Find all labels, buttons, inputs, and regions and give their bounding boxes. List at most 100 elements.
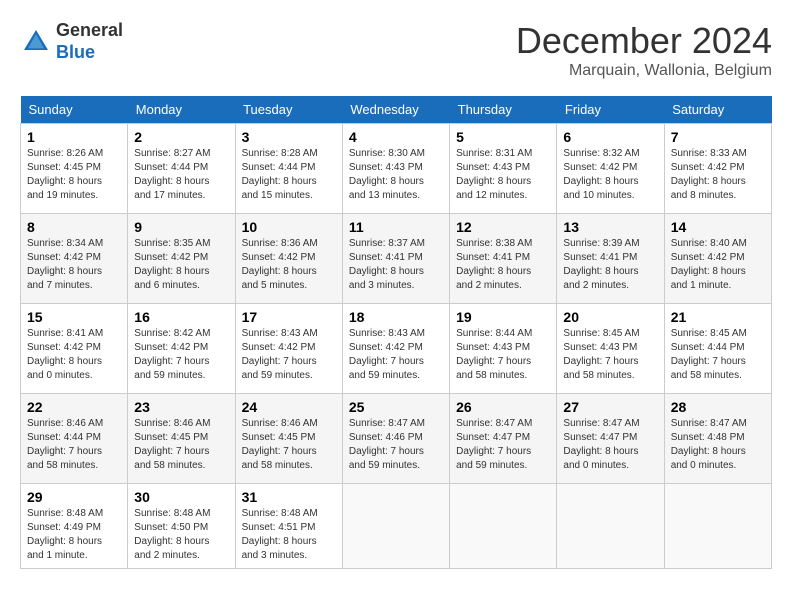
day-number: 3 xyxy=(242,129,336,145)
logo-blue: Blue xyxy=(56,42,123,64)
calendar-cell: 13 Sunrise: 8:39 AMSunset: 4:41 PMDaylig… xyxy=(557,214,664,304)
calendar-cell: 22 Sunrise: 8:46 AMSunset: 4:44 PMDaylig… xyxy=(21,394,128,484)
calendar-cell: 11 Sunrise: 8:37 AMSunset: 4:41 PMDaylig… xyxy=(342,214,449,304)
day-header-tuesday: Tuesday xyxy=(235,96,342,124)
day-number: 1 xyxy=(27,129,121,145)
day-details: Sunrise: 8:47 AMSunset: 4:48 PMDaylight:… xyxy=(671,418,747,471)
day-details: Sunrise: 8:44 AMSunset: 4:43 PMDaylight:… xyxy=(456,328,532,381)
day-number: 7 xyxy=(671,129,765,145)
day-number: 15 xyxy=(27,309,121,325)
day-number: 17 xyxy=(242,309,336,325)
day-number: 24 xyxy=(242,399,336,415)
day-number: 21 xyxy=(671,309,765,325)
calendar-cell: 15 Sunrise: 8:41 AMSunset: 4:42 PMDaylig… xyxy=(21,304,128,394)
day-details: Sunrise: 8:37 AMSunset: 4:41 PMDaylight:… xyxy=(349,238,425,291)
day-details: Sunrise: 8:43 AMSunset: 4:42 PMDaylight:… xyxy=(242,328,318,381)
calendar-cell: 27 Sunrise: 8:47 AMSunset: 4:47 PMDaylig… xyxy=(557,394,664,484)
calendar-cell: 25 Sunrise: 8:47 AMSunset: 4:46 PMDaylig… xyxy=(342,394,449,484)
calendar-header-row: SundayMondayTuesdayWednesdayThursdayFrid… xyxy=(21,96,772,124)
day-number: 25 xyxy=(349,399,443,415)
day-number: 10 xyxy=(242,219,336,235)
day-number: 18 xyxy=(349,309,443,325)
calendar-cell: 3 Sunrise: 8:28 AMSunset: 4:44 PMDayligh… xyxy=(235,124,342,214)
day-number: 16 xyxy=(134,309,228,325)
day-header-sunday: Sunday xyxy=(21,96,128,124)
day-number: 4 xyxy=(349,129,443,145)
day-details: Sunrise: 8:42 AMSunset: 4:42 PMDaylight:… xyxy=(134,328,210,381)
day-number: 2 xyxy=(134,129,228,145)
day-details: Sunrise: 8:48 AMSunset: 4:50 PMDaylight:… xyxy=(134,508,210,561)
calendar-cell xyxy=(664,484,771,569)
day-details: Sunrise: 8:46 AMSunset: 4:44 PMDaylight:… xyxy=(27,418,103,471)
day-details: Sunrise: 8:35 AMSunset: 4:42 PMDaylight:… xyxy=(134,238,210,291)
day-number: 8 xyxy=(27,219,121,235)
day-number: 31 xyxy=(242,489,336,505)
day-number: 12 xyxy=(456,219,550,235)
day-details: Sunrise: 8:48 AMSunset: 4:49 PMDaylight:… xyxy=(27,508,103,561)
calendar-table: SundayMondayTuesdayWednesdayThursdayFrid… xyxy=(20,96,772,569)
calendar-cell: 7 Sunrise: 8:33 AMSunset: 4:42 PMDayligh… xyxy=(664,124,771,214)
day-number: 13 xyxy=(563,219,657,235)
day-details: Sunrise: 8:46 AMSunset: 4:45 PMDaylight:… xyxy=(242,418,318,471)
day-details: Sunrise: 8:40 AMSunset: 4:42 PMDaylight:… xyxy=(671,238,747,291)
calendar-cell: 28 Sunrise: 8:47 AMSunset: 4:48 PMDaylig… xyxy=(664,394,771,484)
calendar-cell xyxy=(450,484,557,569)
day-number: 27 xyxy=(563,399,657,415)
calendar-cell: 16 Sunrise: 8:42 AMSunset: 4:42 PMDaylig… xyxy=(128,304,235,394)
day-details: Sunrise: 8:43 AMSunset: 4:42 PMDaylight:… xyxy=(349,328,425,381)
day-header-thursday: Thursday xyxy=(450,96,557,124)
day-number: 5 xyxy=(456,129,550,145)
calendar-cell: 23 Sunrise: 8:46 AMSunset: 4:45 PMDaylig… xyxy=(128,394,235,484)
day-details: Sunrise: 8:38 AMSunset: 4:41 PMDaylight:… xyxy=(456,238,532,291)
calendar-cell: 5 Sunrise: 8:31 AMSunset: 4:43 PMDayligh… xyxy=(450,124,557,214)
calendar-cell: 29 Sunrise: 8:48 AMSunset: 4:49 PMDaylig… xyxy=(21,484,128,569)
day-details: Sunrise: 8:47 AMSunset: 4:47 PMDaylight:… xyxy=(563,418,639,471)
calendar-cell: 9 Sunrise: 8:35 AMSunset: 4:42 PMDayligh… xyxy=(128,214,235,304)
day-number: 14 xyxy=(671,219,765,235)
calendar-cell: 4 Sunrise: 8:30 AMSunset: 4:43 PMDayligh… xyxy=(342,124,449,214)
day-header-friday: Friday xyxy=(557,96,664,124)
location-subtitle: Marquain, Wallonia, Belgium xyxy=(516,62,772,80)
day-details: Sunrise: 8:34 AMSunset: 4:42 PMDaylight:… xyxy=(27,238,103,291)
day-details: Sunrise: 8:47 AMSunset: 4:47 PMDaylight:… xyxy=(456,418,532,471)
day-details: Sunrise: 8:27 AMSunset: 4:44 PMDaylight:… xyxy=(134,148,210,201)
calendar-cell: 12 Sunrise: 8:38 AMSunset: 4:41 PMDaylig… xyxy=(450,214,557,304)
calendar-cell: 31 Sunrise: 8:48 AMSunset: 4:51 PMDaylig… xyxy=(235,484,342,569)
day-details: Sunrise: 8:36 AMSunset: 4:42 PMDaylight:… xyxy=(242,238,318,291)
logo-text: General Blue xyxy=(56,20,123,63)
day-details: Sunrise: 8:31 AMSunset: 4:43 PMDaylight:… xyxy=(456,148,532,201)
day-header-wednesday: Wednesday xyxy=(342,96,449,124)
calendar-cell: 17 Sunrise: 8:43 AMSunset: 4:42 PMDaylig… xyxy=(235,304,342,394)
day-number: 23 xyxy=(134,399,228,415)
calendar-cell: 1 Sunrise: 8:26 AMSunset: 4:45 PMDayligh… xyxy=(21,124,128,214)
calendar-cell: 30 Sunrise: 8:48 AMSunset: 4:50 PMDaylig… xyxy=(128,484,235,569)
day-details: Sunrise: 8:45 AMSunset: 4:44 PMDaylight:… xyxy=(671,328,747,381)
calendar-cell: 2 Sunrise: 8:27 AMSunset: 4:44 PMDayligh… xyxy=(128,124,235,214)
day-header-saturday: Saturday xyxy=(664,96,771,124)
calendar-cell: 19 Sunrise: 8:44 AMSunset: 4:43 PMDaylig… xyxy=(450,304,557,394)
calendar-cell: 14 Sunrise: 8:40 AMSunset: 4:42 PMDaylig… xyxy=(664,214,771,304)
calendar-cell xyxy=(557,484,664,569)
day-number: 28 xyxy=(671,399,765,415)
day-details: Sunrise: 8:30 AMSunset: 4:43 PMDaylight:… xyxy=(349,148,425,201)
day-number: 30 xyxy=(134,489,228,505)
day-details: Sunrise: 8:48 AMSunset: 4:51 PMDaylight:… xyxy=(242,508,318,561)
calendar-cell: 18 Sunrise: 8:43 AMSunset: 4:42 PMDaylig… xyxy=(342,304,449,394)
day-number: 20 xyxy=(563,309,657,325)
day-details: Sunrise: 8:32 AMSunset: 4:42 PMDaylight:… xyxy=(563,148,639,201)
day-details: Sunrise: 8:46 AMSunset: 4:45 PMDaylight:… xyxy=(134,418,210,471)
day-number: 6 xyxy=(563,129,657,145)
calendar-cell: 26 Sunrise: 8:47 AMSunset: 4:47 PMDaylig… xyxy=(450,394,557,484)
page-header: General Blue December 2024 Marquain, Wal… xyxy=(20,20,772,80)
calendar-cell: 21 Sunrise: 8:45 AMSunset: 4:44 PMDaylig… xyxy=(664,304,771,394)
day-details: Sunrise: 8:39 AMSunset: 4:41 PMDaylight:… xyxy=(563,238,639,291)
day-number: 9 xyxy=(134,219,228,235)
calendar-cell xyxy=(342,484,449,569)
day-details: Sunrise: 8:33 AMSunset: 4:42 PMDaylight:… xyxy=(671,148,747,201)
day-header-monday: Monday xyxy=(128,96,235,124)
calendar-cell: 6 Sunrise: 8:32 AMSunset: 4:42 PMDayligh… xyxy=(557,124,664,214)
day-number: 11 xyxy=(349,219,443,235)
day-details: Sunrise: 8:41 AMSunset: 4:42 PMDaylight:… xyxy=(27,328,103,381)
day-number: 19 xyxy=(456,309,550,325)
day-details: Sunrise: 8:47 AMSunset: 4:46 PMDaylight:… xyxy=(349,418,425,471)
